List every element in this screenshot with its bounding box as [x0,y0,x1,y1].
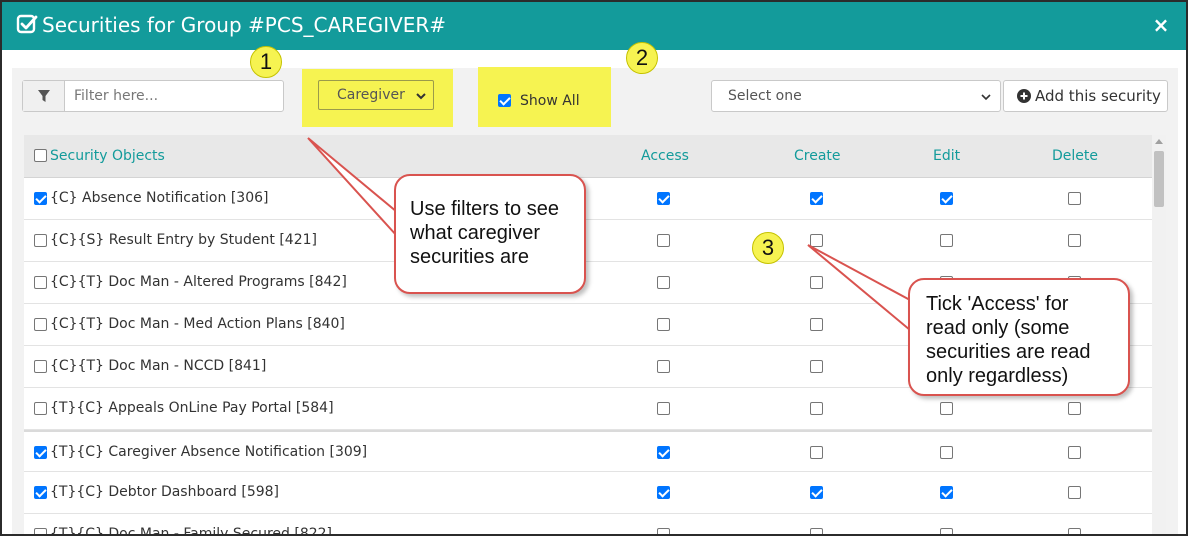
role-select-value: Caregiver [337,87,405,103]
filter-icon[interactable] [23,81,65,111]
create-checkbox[interactable] [810,528,823,534]
plus-circle-icon [1017,89,1031,103]
security-object-name: {C}{S} Result Entry by Student [421] [50,232,317,248]
delete-checkbox[interactable] [1068,234,1081,247]
show-all-checkbox[interactable] [498,94,511,107]
row-select-checkbox[interactable] [34,486,47,499]
edit-checkbox[interactable] [940,528,953,534]
create-checkbox[interactable] [810,402,823,415]
delete-checkbox[interactable] [1068,486,1081,499]
row-select-checkbox[interactable] [34,528,47,534]
create-checkbox[interactable] [810,446,823,459]
header-delete[interactable]: Delete [1052,148,1098,164]
edit-checkbox[interactable] [940,192,953,205]
access-checkbox[interactable] [657,318,670,331]
table-row: {C}{S} Result Entry by Student [421] [24,220,1152,262]
callout-use-filters: Use filters to see what caregiver securi… [394,174,586,294]
callout-access-line-4: only regardless) [926,365,1069,387]
table-header: Security Objects Access Create Edit Dele… [24,135,1152,178]
row-select-checkbox[interactable] [34,402,47,415]
create-checkbox[interactable] [810,486,823,499]
access-checkbox[interactable] [657,486,670,499]
callout-access-line-2: read only (some [926,317,1070,339]
delete-checkbox[interactable] [1068,446,1081,459]
header-access[interactable]: Access [641,148,689,164]
role-select[interactable]: Caregiver [318,80,434,110]
table-row: {T}{C} Caregiver Absence Notification [3… [24,430,1152,472]
callout-access-line-3: securities are read [926,341,1091,363]
table-row: {C} Absence Notification [306] [24,178,1152,220]
filter-group [22,80,284,112]
row-select-checkbox[interactable] [34,234,47,247]
create-checkbox[interactable] [810,318,823,331]
access-checkbox[interactable] [657,234,670,247]
access-checkbox[interactable] [657,402,670,415]
header-create[interactable]: Create [794,148,841,164]
security-object-name: {T}{C} Debtor Dashboard [598] [50,484,279,500]
table-row: {T}{C} Debtor Dashboard [598] [24,472,1152,514]
step-badge-2: 2 [626,42,658,74]
callout-tick-access: Tick 'Access' for read only (some securi… [908,278,1130,396]
create-checkbox[interactable] [810,192,823,205]
delete-checkbox[interactable] [1068,402,1081,415]
security-select-value: Select one [728,88,802,104]
header-security-objects[interactable]: Security Objects [50,148,165,164]
security-object-name: {C}{T} Doc Man - Med Action Plans [840] [50,316,345,332]
delete-checkbox[interactable] [1068,192,1081,205]
select-all-checkbox[interactable] [34,149,47,162]
edit-checkbox[interactable] [940,446,953,459]
filter-input[interactable] [66,81,282,111]
create-checkbox[interactable] [810,276,823,289]
row-select-checkbox[interactable] [34,276,47,289]
access-checkbox[interactable] [657,446,670,459]
add-security-button[interactable]: Add this security [1003,80,1168,112]
security-object-name: {C} Absence Notification [306] [50,190,269,206]
row-select-checkbox[interactable] [34,318,47,331]
access-checkbox[interactable] [657,276,670,289]
checkbox-square-icon [16,14,38,34]
create-checkbox[interactable] [810,360,823,373]
callout-filters-line-1: Use filters to see [410,198,559,220]
security-object-name: {T}{C} Appeals OnLine Pay Portal [584] [50,400,334,416]
security-object-name: {T}{C} Caregiver Absence Notification [3… [50,444,368,460]
show-all-label: Show All [520,93,580,109]
scroll-up-arrow-icon[interactable] [1155,139,1163,144]
add-security-label: Add this security [1035,87,1161,105]
edit-checkbox[interactable] [940,234,953,247]
callout-filters-line-2: what caregiver [410,222,541,244]
create-checkbox[interactable] [810,234,823,247]
security-select[interactable]: Select one [711,80,1001,112]
edit-checkbox[interactable] [940,486,953,499]
access-checkbox[interactable] [657,528,670,534]
row-select-checkbox[interactable] [34,192,47,205]
security-object-name: {C}{T} Doc Man - NCCD [841] [50,358,267,374]
callout-access-line-1: Tick 'Access' for [926,293,1069,315]
security-object-name: {T}{C} Doc Man - Family Secured [822] [50,526,332,536]
table-row: {T}{C} Doc Man - Family Secured [822] [24,514,1152,536]
chevron-down-icon [416,93,426,100]
row-select-checkbox[interactable] [34,360,47,373]
table-scrollbar[interactable] [1152,135,1166,534]
close-icon[interactable]: × [1150,14,1172,36]
callout-filters-line-3: securities are [410,246,529,268]
row-select-checkbox[interactable] [34,446,47,459]
chevron-down-icon [981,94,991,101]
dialog-title: Securities for Group #PCS_CAREGIVER# [42,13,447,37]
header-edit[interactable]: Edit [933,148,960,164]
step-badge-1: 1 [250,46,282,78]
edit-checkbox[interactable] [940,402,953,415]
security-dialog: Securities for Group #PCS_CAREGIVER# × C… [0,0,1188,536]
delete-checkbox[interactable] [1068,528,1081,534]
access-checkbox[interactable] [657,192,670,205]
step-badge-3: 3 [752,232,784,264]
access-checkbox[interactable] [657,360,670,373]
scrollbar-thumb[interactable] [1154,151,1164,207]
dialog-titlebar: Securities for Group #PCS_CAREGIVER# × [2,2,1186,50]
security-object-name: {C}{T} Doc Man - Altered Programs [842] [50,274,347,290]
